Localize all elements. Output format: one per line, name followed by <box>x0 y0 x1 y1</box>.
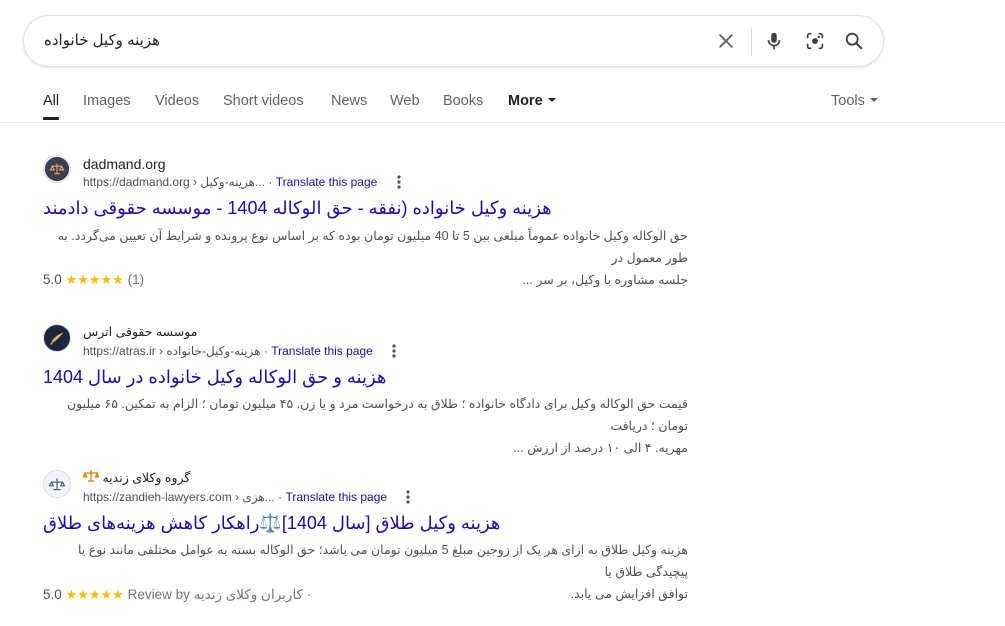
snippet-line: هزینه وکیل طلاق به ازای هر یک از زوجین م… <box>77 543 688 579</box>
separator-dot: · <box>268 175 276 189</box>
camera-lens-icon[interactable] <box>803 29 827 53</box>
translate-link[interactable]: Translate this page <box>285 490 387 504</box>
tab-web[interactable]: Web <box>390 90 420 122</box>
tab-news[interactable]: News <box>331 90 367 122</box>
more-options-icon[interactable] <box>389 175 409 191</box>
snippet-line: مهریه. ۴ الی ۱۰ درصد از ارزش ... <box>513 441 688 455</box>
result-snippet: قیمت حق الوکاله وکیل برای دادگاه خانواده… <box>43 393 688 459</box>
site-url-line: https://dadmand.org › هزینه-وکیل... · Tr… <box>83 174 409 191</box>
star-rating-icon: ★★★★★ <box>65 587 124 602</box>
microphone-icon[interactable] <box>762 29 786 53</box>
search-input[interactable]: هزینه وکیل خانواده <box>44 16 160 66</box>
site-url[interactable]: https://atras.ir <box>83 344 156 358</box>
search-result: dadmand.org https://dadmand.org › هزینه-… <box>43 155 703 295</box>
site-favicon[interactable] <box>43 155 71 183</box>
site-url[interactable]: https://zandieh-lawyers.com <box>83 490 232 504</box>
tab-books[interactable]: Books <box>443 90 483 122</box>
clear-icon[interactable] <box>714 29 738 53</box>
site-url-line: https://zandieh-lawyers.com › هزی... · T… <box>83 489 418 506</box>
rating: 5.0 ★★★★★ (1) <box>43 271 144 289</box>
rating-score: 5.0 <box>43 587 62 602</box>
result-title-link[interactable]: هزینه و حق الوکاله وکیل خانواده در سال 1… <box>43 365 386 389</box>
more-options-icon[interactable] <box>398 490 418 506</box>
rating-review-by: Review by کاربران وکلای زندیه · <box>127 587 312 602</box>
search-bar: هزینه وکیل خانواده <box>23 15 884 67</box>
caret-down-icon <box>547 98 556 103</box>
rating-count: (1) <box>127 272 145 287</box>
site-name[interactable]: موسسه حقوقی اترس <box>83 323 197 341</box>
site-name[interactable]: گروه وکلای زندیه <box>82 469 191 488</box>
site-favicon[interactable] <box>43 324 71 352</box>
site-url-line: https://atras.ir › هزینه-وکیل-خانواده · … <box>83 343 404 360</box>
caret-down-icon <box>869 98 878 103</box>
tabs-divider <box>0 122 1005 123</box>
snippet-line: حق الوکاله وکیل خانواده عموماً مبلغی بین… <box>57 229 688 265</box>
rating-score: 5.0 <box>43 272 62 287</box>
translate-link[interactable]: Translate this page <box>271 344 373 358</box>
star-rating-icon: ★★★★★ <box>65 272 124 287</box>
site-url[interactable]: https://dadmand.org <box>83 175 190 189</box>
more-options-icon[interactable] <box>384 344 404 360</box>
search-result: گروه وکلای زندیه https://zandieh-lawyers… <box>43 470 703 610</box>
result-title-link[interactable]: هزینه وکیل طلاق [سال 1404]⚖️راهکار کاهش … <box>43 511 500 535</box>
site-breadcrumb: › هزینه-وکیل-خانواده <box>159 344 261 358</box>
search-result: موسسه حقوقی اترس https://atras.ir › هزین… <box>43 323 703 455</box>
site-name[interactable]: dadmand.org <box>83 155 166 173</box>
site-breadcrumb: › هزینه-وکیل... <box>193 175 265 189</box>
search-icon[interactable] <box>842 29 866 53</box>
tools-button[interactable]: Tools <box>831 90 878 112</box>
tab-more[interactable]: More <box>508 90 556 122</box>
tab-more-label: More <box>508 93 543 109</box>
search-divider <box>751 28 752 56</box>
translate-link[interactable]: Translate this page <box>276 175 378 189</box>
tab-short-videos[interactable]: Short videos <box>223 90 304 122</box>
scales-icon <box>82 469 100 488</box>
rating: 5.0 ★★★★★ Review by کاربران وکلای زندیه … <box>43 586 311 604</box>
site-name-text: گروه وکلای زندیه <box>102 471 191 485</box>
snippet-line: قیمت حق الوکاله وکیل برای دادگاه خانواده… <box>66 397 688 433</box>
tab-videos[interactable]: Videos <box>155 90 199 122</box>
tab-all[interactable]: All <box>43 90 60 122</box>
result-title-link[interactable]: هزینه وکیل خانواده (نفقه - حق الوکاله 14… <box>43 196 552 220</box>
tab-images[interactable]: Images <box>83 90 131 122</box>
site-favicon[interactable] <box>43 470 71 498</box>
site-breadcrumb: › هزی... <box>235 490 275 504</box>
tools-label: Tools <box>831 93 865 109</box>
